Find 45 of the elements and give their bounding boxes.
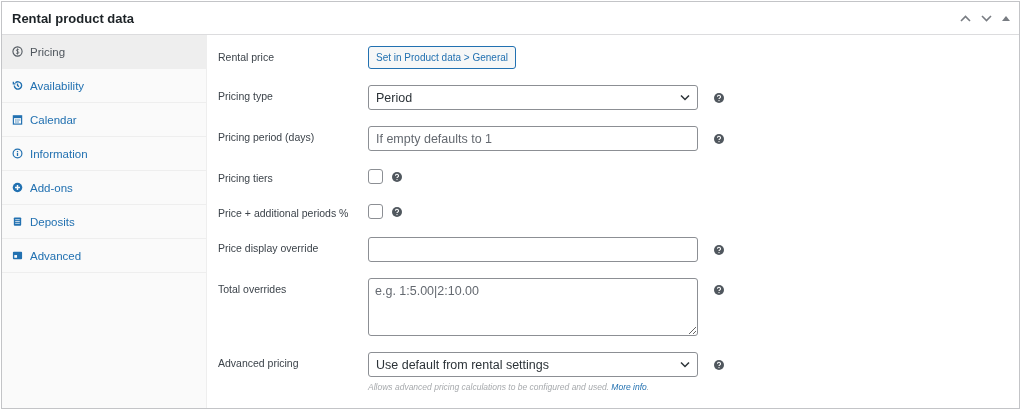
field-label: Total overrides <box>218 282 288 295</box>
sidebar-tab[interactable]: Add-ons <box>2 171 206 205</box>
field-label: Advanced pricing <box>218 356 300 369</box>
tab-icon <box>12 114 23 125</box>
field-label: Pricing period (days) <box>218 130 316 143</box>
help-icon[interactable] <box>714 133 724 144</box>
product-data-button[interactable]: Set in Product data > General <box>368 46 517 69</box>
help-icon[interactable] <box>714 92 724 103</box>
sidebar-tab[interactable]: Deposits <box>2 205 206 239</box>
tab-icon <box>12 148 23 159</box>
sidebar-tab[interactable]: Calendar <box>2 103 206 137</box>
sidebar-tab[interactable]: Availability <box>2 69 206 103</box>
chevron-down-icon <box>680 94 690 101</box>
input-field[interactable]: If empty defaults to 1 <box>368 126 698 151</box>
input-field[interactable] <box>368 237 698 262</box>
text-area[interactable]: e.g. 1:5.00|2:10.00 <box>368 278 698 336</box>
help-icon[interactable] <box>714 359 724 370</box>
collapse-triangle-icon[interactable] <box>1002 15 1010 21</box>
tab-icon <box>12 80 23 91</box>
tab-icon <box>12 182 23 193</box>
tab-icon <box>12 46 23 57</box>
sidebar-tab[interactable]: Information <box>2 137 206 171</box>
help-icon[interactable] <box>392 206 402 217</box>
sidebar-tab[interactable]: Advanced <box>2 239 206 273</box>
tab-icon <box>12 250 23 261</box>
help-icon[interactable] <box>714 244 724 255</box>
help-icon[interactable] <box>392 171 402 182</box>
more-info-link[interactable]: More info <box>611 382 647 392</box>
checkbox[interactable] <box>368 169 383 184</box>
field-label: Rental price <box>218 50 276 63</box>
checkbox[interactable] <box>368 204 383 219</box>
field-label: Pricing tiers <box>218 171 274 184</box>
chevron-down-icon <box>680 361 690 368</box>
dropdown[interactable]: Use default from rental settings <box>368 352 698 377</box>
field-description: Allows advanced pricing calculations to be configured and used. More info. <box>368 382 651 392</box>
field-label: Price display override <box>218 241 320 254</box>
dropdown[interactable]: Period <box>368 85 698 110</box>
chevron-down-icon[interactable] <box>981 14 992 22</box>
panel-title: Rental product data <box>12 10 136 26</box>
field-label: Price + additional periods % <box>218 206 350 219</box>
tab-icon <box>12 216 23 227</box>
chevron-up-icon[interactable] <box>960 14 971 22</box>
sidebar-tab[interactable]: Pricing <box>2 35 206 69</box>
field-label: Pricing type <box>218 89 274 102</box>
help-icon[interactable] <box>714 285 724 295</box>
